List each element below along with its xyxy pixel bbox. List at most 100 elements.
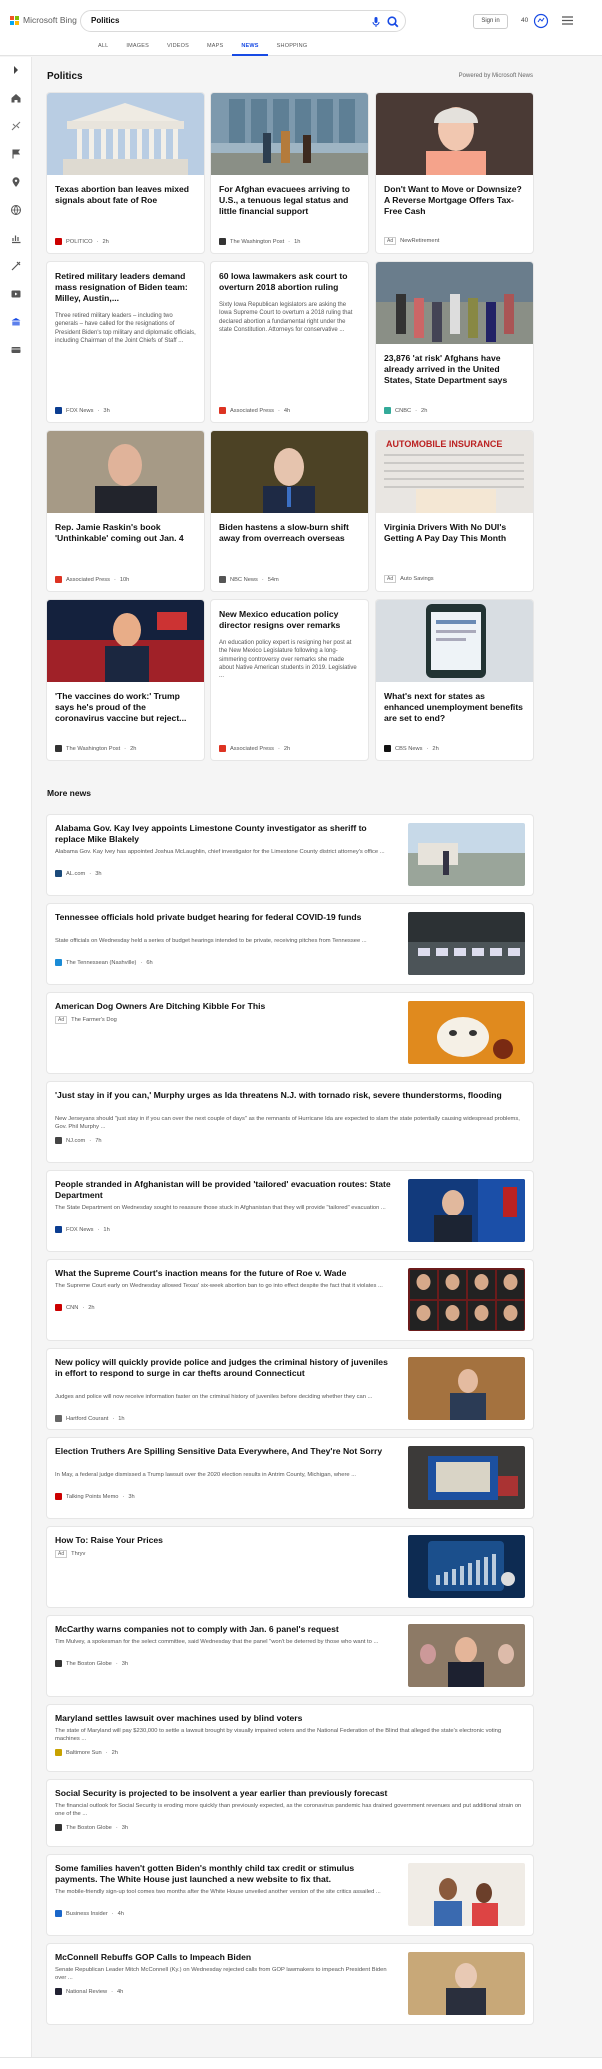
news-card[interactable]: Texas abortion ban leaves mixed signals … [47,93,204,253]
news-card[interactable]: AUTOMOBILE INSURANCE Virginia Drivers Wit… [376,431,533,591]
news-row-title[interactable]: Election Truthers Are Spilling Sensitive… [55,1446,395,1457]
tab-images[interactable]: IMAGES [117,42,158,56]
news-card-source[interactable]: Associated Press · 2h [219,745,290,752]
science-icon[interactable] [10,260,22,272]
news-row-thumbnail[interactable] [408,1001,525,1064]
search-input[interactable]: Politics [91,16,119,25]
news-card[interactable]: What's next for states as enhanced unemp… [376,600,533,760]
tab-all[interactable]: ALL [89,42,117,56]
news-card-image[interactable] [47,431,204,513]
news-row-source[interactable]: FOX News · 1h [55,1226,110,1233]
news-row-thumbnail[interactable] [408,1535,525,1598]
news-card-image[interactable] [211,431,368,513]
news-card-title[interactable]: Retired military leaders demand mass res… [47,271,204,304]
news-card-image[interactable] [211,93,368,175]
news-card[interactable]: Retired military leaders demand mass res… [47,262,204,422]
news-row-title[interactable]: People stranded in Afghanistan will be p… [55,1179,395,1201]
entertainment-icon[interactable] [10,288,22,300]
news-card-source[interactable]: POLITICO · 2h [55,238,109,245]
news-card[interactable]: 60 Iowa lawmakers ask court to overturn … [211,262,368,422]
news-row-title[interactable]: McConnell Rebuffs GOP Calls to Impeach B… [55,1952,395,1963]
news-row[interactable]: McCarthy warns companies not to comply w… [47,1616,533,1696]
news-row-thumbnail[interactable] [408,1952,525,2015]
news-row-source[interactable]: AL.com · 3h [55,870,102,877]
news-row-source[interactable]: Business Insider · 4h [55,1910,124,1917]
globe-icon[interactable] [10,204,22,216]
news-card-title[interactable]: For Afghan evacuees arriving to U.S., a … [211,184,368,217]
sign-in-button[interactable]: Sign in [473,14,508,29]
news-card-image[interactable]: AUTOMOBILE INSURANCE [376,431,533,513]
news-card-image[interactable] [47,600,204,682]
news-row-source[interactable]: Talking Points Memo · 3h [55,1493,135,1500]
news-card-image[interactable] [376,600,533,682]
news-row-title[interactable]: McCarthy warns companies not to comply w… [55,1624,395,1635]
location-icon[interactable] [10,176,22,188]
news-row-source[interactable]: CNN · 2h [55,1304,95,1311]
news-row-source[interactable]: NJ.com · 7h [55,1137,102,1144]
news-card-title[interactable]: 60 Iowa lawmakers ask court to overturn … [211,271,368,293]
hamburger-menu-icon[interactable] [561,15,574,26]
news-card[interactable]: New Mexico education policy director res… [211,600,368,760]
news-row-thumbnail[interactable] [408,912,525,975]
news-card-image[interactable] [47,93,204,175]
tab-maps[interactable]: MAPS [198,42,232,56]
news-row-thumbnail[interactable] [408,1357,525,1420]
sports-icon[interactable] [10,120,22,132]
news-card-source[interactable]: Associated Press · 10h [55,576,129,583]
news-row-title[interactable]: New policy will quickly provide police a… [55,1357,395,1379]
news-card-title[interactable]: Rep. Jamie Raskin's book 'Unthinkable' c… [47,522,204,544]
news-row[interactable]: What the Supreme Court's inaction means … [47,1260,533,1340]
money-icon[interactable] [10,344,22,356]
news-row-thumbnail[interactable] [408,1179,525,1242]
chart-icon[interactable] [10,232,22,244]
news-card-source[interactable]: Associated Press · 4h [219,407,290,414]
flag-icon[interactable] [10,148,22,160]
news-card-title[interactable]: 23,876 'at risk' Afghans have already ar… [376,353,533,386]
news-row-title[interactable]: 'Just stay in if you can,' Murphy urges … [55,1090,523,1101]
tab-shopping[interactable]: SHOPPING [268,42,317,56]
news-card[interactable]: For Afghan evacuees arriving to U.S., a … [211,93,368,253]
news-row-source[interactable]: National Review · 4h [55,1988,123,1995]
news-row[interactable]: Alabama Gov. Kay Ivey appoints Limestone… [47,815,533,895]
news-row-thumbnail[interactable] [408,1624,525,1687]
news-row-thumbnail[interactable] [408,1446,525,1509]
news-card-title[interactable]: What's next for states as enhanced unemp… [376,691,533,724]
powered-by[interactable]: Powered by Microsoft News [459,73,533,79]
news-card-source[interactable]: Ad Auto Savings [384,575,434,583]
news-card-title[interactable]: Biden hastens a slow-burn shift away fro… [211,522,368,544]
news-row-thumbnail[interactable] [408,823,525,886]
news-row[interactable]: McConnell Rebuffs GOP Calls to Impeach B… [47,1944,533,2024]
news-row[interactable]: Social Security is projected to be insol… [47,1780,533,1846]
news-row-title[interactable]: Social Security is projected to be insol… [55,1788,523,1799]
news-card-title[interactable]: New Mexico education policy director res… [211,609,368,631]
news-row-title[interactable]: Some families haven't gotten Biden's mon… [55,1863,395,1885]
politics-icon[interactable] [10,316,22,328]
news-row-source[interactable]: Hartford Courant · 1h [55,1415,125,1422]
tab-news[interactable]: NEWS [232,42,268,56]
news-card[interactable]: Biden hastens a slow-burn shift away fro… [211,431,368,591]
news-card-source[interactable]: CNBC · 2h [384,407,427,414]
rewards-icon[interactable] [533,13,549,29]
news-row[interactable]: People stranded in Afghanistan will be p… [47,1171,533,1251]
expand-icon[interactable] [10,64,22,76]
news-row-thumbnail[interactable] [408,1268,525,1331]
news-row-source[interactable]: The Tennessean (Nashville) · 6h [55,959,153,966]
news-row[interactable]: Election Truthers Are Spilling Sensitive… [47,1438,533,1518]
news-card[interactable]: Don't Want to Move or Downsize? A Revers… [376,93,533,253]
news-card-image[interactable] [376,93,533,175]
news-card-source[interactable]: FOX News · 3h [55,407,110,414]
news-row-title[interactable]: Tennessee officials hold private budget … [55,912,395,923]
news-row-title[interactable]: What the Supreme Court's inaction means … [55,1268,395,1279]
news-row[interactable]: 'Just stay in if you can,' Murphy urges … [47,1082,533,1162]
news-row-source[interactable]: The Boston Globe · 3h [55,1824,128,1831]
news-row[interactable]: New policy will quickly provide police a… [47,1349,533,1429]
news-card[interactable]: 23,876 'at risk' Afghans have already ar… [376,262,533,422]
news-row[interactable]: American Dog Owners Are Ditching Kibble … [47,993,533,1073]
news-row-title[interactable]: Maryland settles lawsuit over machines u… [55,1713,523,1724]
news-card-source[interactable]: NBC News · 54m [219,576,279,583]
news-card[interactable]: Rep. Jamie Raskin's book 'Unthinkable' c… [47,431,204,591]
news-card-source[interactable]: The Washington Post · 1h [219,238,300,245]
news-card-image[interactable] [376,262,533,344]
bing-logo[interactable]: Microsoft Bing [10,15,77,25]
news-row-title[interactable]: How To: Raise Your Prices [55,1535,395,1546]
